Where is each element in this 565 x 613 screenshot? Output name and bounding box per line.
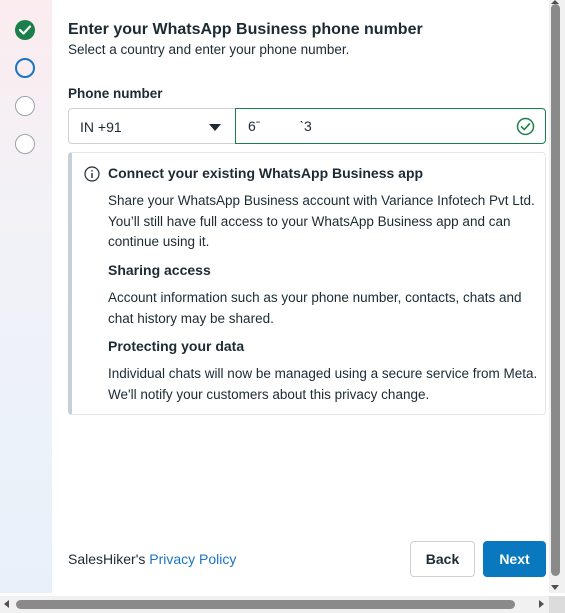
country-code-select[interactable]: IN +91 (68, 108, 236, 144)
country-code-value: IN +91 (80, 119, 122, 135)
step-sidebar (0, 0, 52, 593)
info-icon (84, 166, 100, 182)
horizontal-scroll-thumb[interactable] (16, 600, 515, 609)
info-heading: Connect your existing WhatsApp Business … (108, 165, 424, 181)
page-subtitle: Select a country and enter your phone nu… (68, 42, 350, 57)
sharing-access-text: Account information such as your phone n… (108, 290, 522, 326)
check-icon (19, 25, 31, 35)
protecting-data-text: Individual chats will now be managed usi… (108, 366, 538, 402)
step-1-completed (15, 20, 35, 40)
privacy-policy-link[interactable]: Privacy Policy (149, 551, 236, 567)
info-intro-text: Share your WhatsApp Business account wit… (108, 193, 535, 249)
caret-down-icon (209, 124, 221, 131)
step-4-pending (15, 134, 35, 154)
owner-name: SalesHiker's (68, 551, 146, 567)
check-circle-icon (516, 117, 535, 136)
protecting-data-heading: Protecting your data (108, 338, 245, 354)
scroll-left-arrow-icon[interactable] (4, 600, 9, 608)
step-3-pending (15, 96, 35, 116)
scroll-right-arrow-icon[interactable] (539, 600, 544, 608)
scrollbar-corner (549, 596, 565, 613)
next-button[interactable]: Next (483, 541, 546, 577)
step-2-active (15, 58, 35, 78)
scroll-down-arrow-icon[interactable] (551, 585, 559, 590)
phone-number-label: Phone number (68, 86, 163, 101)
vertical-scroll-thumb[interactable] (551, 4, 560, 576)
sharing-access-heading: Sharing access (108, 262, 211, 278)
back-button[interactable]: Back (410, 541, 475, 577)
privacy-notice: SalesHiker's Privacy Policy (68, 551, 236, 567)
page-title: Enter your WhatsApp Business phone numbe… (68, 21, 423, 38)
phone-number-input[interactable] (235, 108, 546, 144)
